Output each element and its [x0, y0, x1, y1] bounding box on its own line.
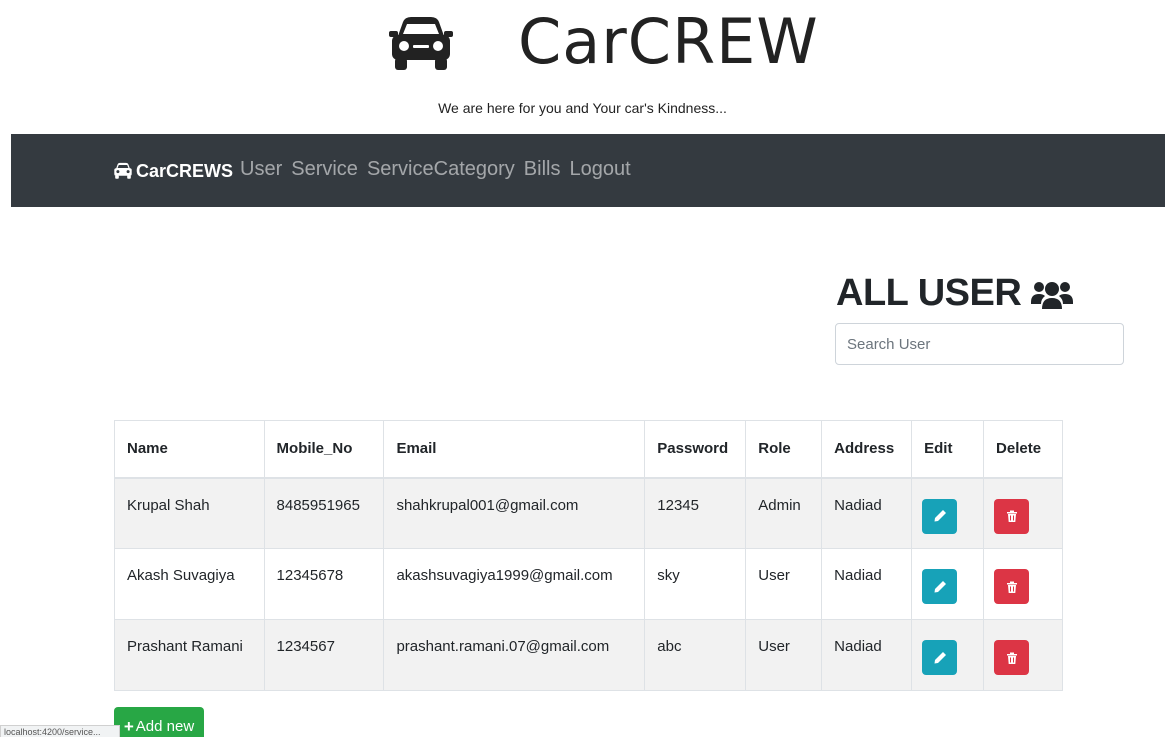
user-mobile-cell: 1234567 [263, 619, 385, 691]
edit-user-button[interactable] [922, 498, 958, 534]
user-password-cell: abc [644, 619, 747, 691]
brand-header: CarCREW We are here for you and Your car… [0, 0, 1165, 134]
user-email-cell: akashsuvagiya1999@gmail.com [383, 548, 646, 620]
plus-icon: + [123, 717, 134, 736]
user-password-cell: 12345 [644, 477, 747, 549]
users-table: Name Mobile_No Email Password Role Addre… [114, 420, 1063, 691]
delete-user-button[interactable] [994, 498, 1030, 534]
user-name-cell: Akash Suvagiya [114, 548, 265, 620]
nav-link-service[interactable]: Service [291, 158, 358, 181]
user-mobile-cell: 12345678 [263, 548, 385, 620]
column-header-edit: Edit [911, 420, 985, 479]
search-user-input[interactable] [835, 323, 1124, 365]
user-name-cell: Prashant Ramani [114, 619, 265, 691]
trash-icon [1006, 581, 1017, 593]
edit-cell [911, 477, 985, 549]
pencil-icon [934, 651, 946, 663]
column-header-mobile: Mobile_No [263, 420, 385, 479]
add-new-button[interactable]: + Add new [114, 707, 204, 737]
edit-cell [911, 548, 985, 620]
column-header-name: Name [114, 420, 265, 479]
user-role-cell: User [745, 619, 823, 691]
user-address-cell: Nadiad [821, 619, 913, 691]
table-row: Krupal Shah 8485951965 shahkrupal001@gma… [114, 477, 1063, 549]
column-header-delete: Delete [983, 420, 1063, 479]
column-header-email: Email [383, 420, 646, 479]
site-tagline: We are here for you and Your car's Kindn… [438, 100, 727, 116]
column-header-password: Password [644, 420, 747, 479]
user-role-cell: Admin [745, 477, 823, 549]
user-address-cell: Nadiad [821, 477, 913, 549]
user-address-cell: Nadiad [821, 548, 913, 620]
trash-icon [1006, 652, 1017, 664]
car-icon [114, 162, 132, 179]
trash-icon [1006, 510, 1017, 522]
nav-link-bills[interactable]: Bills [524, 158, 561, 181]
pencil-icon [934, 510, 946, 522]
top-navbar: CarCREWS User Service ServiceCategory Bi… [11, 134, 1165, 207]
nav-link-user[interactable]: User [240, 158, 282, 181]
table-header-row: Name Mobile_No Email Password Role Addre… [114, 420, 1063, 479]
user-mobile-cell: 8485951965 [263, 477, 385, 549]
page-heading: ALL USER [836, 272, 1074, 315]
table-row: Prashant Ramani 1234567 prashant.ramani.… [114, 619, 1063, 691]
delete-user-button[interactable] [994, 640, 1030, 675]
user-email-cell: shahkrupal001@gmail.com [383, 477, 646, 549]
user-name-cell: Krupal Shah [114, 477, 265, 549]
users-icon [1031, 281, 1074, 309]
navbar-brand-label: CarCREWS [136, 160, 234, 181]
nav-links: User Service ServiceCategory Bills Logou… [240, 158, 631, 181]
page-title: ALL USER [836, 272, 1022, 314]
delete-cell [983, 619, 1063, 691]
pencil-icon [934, 580, 946, 592]
delete-cell [983, 477, 1063, 549]
nav-link-logout[interactable]: Logout [569, 158, 630, 181]
delete-user-button[interactable] [994, 569, 1030, 604]
user-email-cell: prashant.ramani.07@gmail.com [383, 619, 646, 691]
edit-user-button[interactable] [922, 640, 958, 675]
edit-user-button[interactable] [922, 569, 958, 604]
car-icon [389, 17, 453, 70]
column-header-role: Role [745, 420, 823, 479]
nav-link-service-category[interactable]: ServiceCategory [367, 158, 515, 181]
add-new-label: Add new [135, 718, 195, 735]
edit-cell [911, 619, 985, 691]
navbar-brand[interactable]: CarCREWS [113, 160, 233, 182]
site-title: CarCREW [518, 5, 819, 78]
user-password-cell: sky [644, 548, 747, 620]
browser-status-bar: localhost:4200/service... [0, 725, 120, 737]
table-row: Akash Suvagiya 12345678 akashsuvagiya199… [114, 548, 1063, 620]
column-header-address: Address [821, 420, 913, 479]
delete-cell [983, 548, 1063, 620]
user-role-cell: User [745, 548, 823, 620]
